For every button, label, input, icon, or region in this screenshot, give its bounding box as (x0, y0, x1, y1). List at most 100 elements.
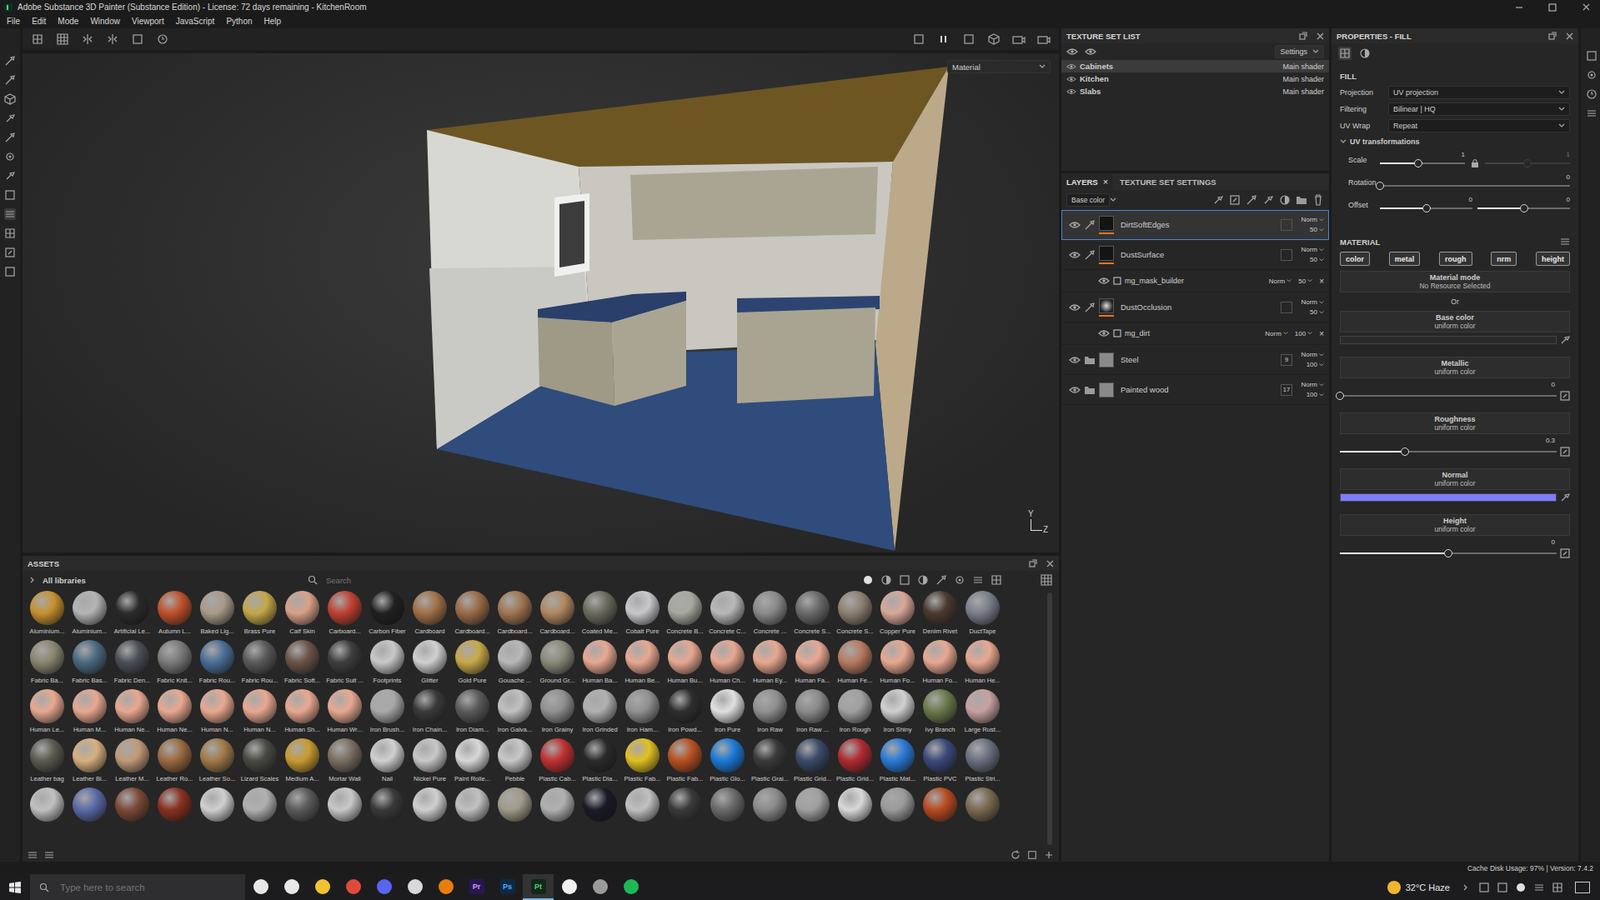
shader-name[interactable]: Main shader (1282, 75, 1325, 84)
blend-dropdown[interactable]: Norm (1264, 330, 1289, 338)
asset-tile[interactable] (195, 787, 239, 838)
viewport[interactable]: MaterialYZ (22, 53, 1059, 553)
texture-set-row[interactable]: CabinetsMain shader (1061, 60, 1330, 73)
asset-tile[interactable] (323, 787, 367, 838)
toolbar-icon[interactable] (987, 32, 1001, 46)
color-swatch[interactable] (1339, 336, 1557, 345)
asset-tile[interactable]: Human Ey... (748, 640, 792, 690)
taskbar-app[interactable] (615, 874, 647, 900)
asset-tile[interactable]: Paint Rolle... (451, 738, 494, 788)
asset-tile[interactable]: Concrete S... (791, 591, 834, 641)
tool-icon[interactable] (4, 112, 16, 125)
param-source[interactable]: uniform color (1434, 321, 1475, 331)
asset-tile[interactable]: Human He... (961, 640, 1004, 690)
asset-tile[interactable]: Iron Ham... (621, 689, 664, 739)
asset-tile[interactable]: Iron Rough (833, 689, 877, 739)
layer-tool-icon[interactable] (1312, 194, 1325, 206)
taskbar-app[interactable] (430, 874, 462, 900)
settings-button[interactable]: Settings (1274, 45, 1325, 59)
notification-button[interactable] (1574, 882, 1590, 894)
asset-tile[interactable] (25, 787, 69, 838)
asset-tile[interactable]: Plastic Fab... (621, 738, 664, 788)
side-icon[interactable] (1585, 107, 1598, 120)
blend-dropdown[interactable]: Norm (1268, 277, 1293, 286)
scrollbar[interactable] (1047, 592, 1053, 846)
asset-tile[interactable] (876, 787, 919, 838)
asset-tile[interactable] (153, 787, 196, 838)
taskbar-app[interactable] (337, 874, 369, 900)
asset-tile[interactable]: Concrete ... (748, 591, 792, 641)
eye-icon[interactable] (1068, 250, 1081, 260)
mask-row[interactable]: mg_dirtNorm100× (1061, 322, 1330, 346)
channel-toggle[interactable]: height (1535, 251, 1570, 266)
slider-knob[interactable] (1519, 204, 1529, 213)
asset-tile[interactable]: Iron Galva... (493, 689, 537, 739)
asset-tile[interactable]: Human Sh... (280, 689, 324, 739)
float-icon[interactable] (1299, 31, 1308, 41)
param-source[interactable]: uniform color (1434, 423, 1475, 432)
taskbar-app[interactable] (368, 874, 400, 900)
asset-tile[interactable]: Human Ba... (578, 640, 622, 690)
asset-tile[interactable] (493, 787, 537, 838)
taskbar-app[interactable]: Ps (491, 874, 523, 900)
fill-tab-icon[interactable] (1338, 46, 1352, 61)
slider-knob[interactable] (1335, 391, 1345, 401)
asset-tile[interactable]: Human Fe... (833, 640, 877, 690)
menu-item[interactable]: Viewport (131, 16, 165, 26)
tray-icon[interactable] (1458, 880, 1474, 896)
blend-dropdown[interactable]: Norm (1300, 381, 1325, 389)
layer-tool-icon[interactable] (1245, 194, 1258, 206)
asset-tile[interactable]: Human Bu... (663, 640, 707, 690)
taskbar-app[interactable] (306, 874, 338, 900)
slider-track[interactable] (1379, 158, 1465, 169)
layer-tool-icon[interactable] (1228, 194, 1241, 206)
opacity-dropdown[interactable]: 50 (1298, 277, 1313, 286)
field-dropdown[interactable]: UV projection (1388, 85, 1570, 100)
asset-tile[interactable]: Concrete B... (663, 591, 707, 641)
link-icon[interactable] (1559, 548, 1570, 559)
asset-tile[interactable]: Pebble (493, 738, 537, 788)
taskbar-app[interactable] (584, 874, 616, 900)
tool-icon[interactable] (4, 208, 16, 221)
add-icon[interactable] (1043, 850, 1054, 861)
texture-set-row[interactable]: SlabsMain shader (1061, 85, 1330, 98)
channel-toggle[interactable]: metal (1389, 251, 1421, 266)
asset-tile[interactable]: Coated Me... (578, 591, 622, 641)
tray-icon[interactable] (1513, 880, 1529, 896)
eye-icon[interactable] (1066, 87, 1077, 96)
tray-icon[interactable] (1549, 880, 1565, 896)
slider-knob[interactable] (1375, 181, 1385, 191)
asset-tile[interactable]: Human M... (68, 689, 111, 739)
asset-tile[interactable]: Denim Rivet (918, 591, 962, 641)
asset-tile[interactable] (706, 787, 749, 838)
asset-tile[interactable]: Leather M... (110, 738, 154, 788)
library-name[interactable]: All libraries (42, 576, 301, 586)
filter-icon[interactable] (972, 574, 984, 587)
asset-tile[interactable]: Nickel Pure (408, 738, 452, 788)
close-icon[interactable] (1315, 31, 1325, 41)
slider-track[interactable] (1484, 158, 1570, 169)
channel-dropdown[interactable]: Base color (1066, 193, 1110, 207)
menu-icon[interactable] (1559, 236, 1570, 247)
toolbar-icon[interactable] (1037, 32, 1051, 46)
asset-tile[interactable] (791, 787, 834, 838)
asset-tile[interactable]: Iron Shiny (876, 689, 919, 739)
taskbar-app[interactable] (553, 874, 585, 900)
asset-tile[interactable]: Cobalt Pure (621, 591, 664, 641)
asset-tile[interactable]: Iron Chain... (408, 689, 452, 739)
layer-tool-icon[interactable] (1262, 194, 1274, 206)
menu-item[interactable]: Python (225, 16, 252, 26)
slider-track[interactable] (1339, 446, 1557, 457)
slider-track[interactable] (1339, 391, 1557, 402)
asset-tile[interactable]: Medium A... (280, 738, 324, 788)
menu-item[interactable]: Edit (31, 16, 46, 26)
menu-item[interactable]: Mode (57, 16, 79, 26)
layer-tool-icon[interactable] (1278, 194, 1291, 206)
asset-tile[interactable]: Lizard Scales (238, 738, 281, 788)
asset-tile[interactable]: Fabric Den... (110, 640, 154, 690)
channel-toggle[interactable]: rough (1439, 251, 1473, 266)
toolbar-icon[interactable] (80, 32, 95, 46)
slider-track[interactable] (1379, 203, 1473, 214)
asset-tile[interactable] (408, 787, 452, 838)
eye-icon[interactable] (1068, 386, 1081, 395)
